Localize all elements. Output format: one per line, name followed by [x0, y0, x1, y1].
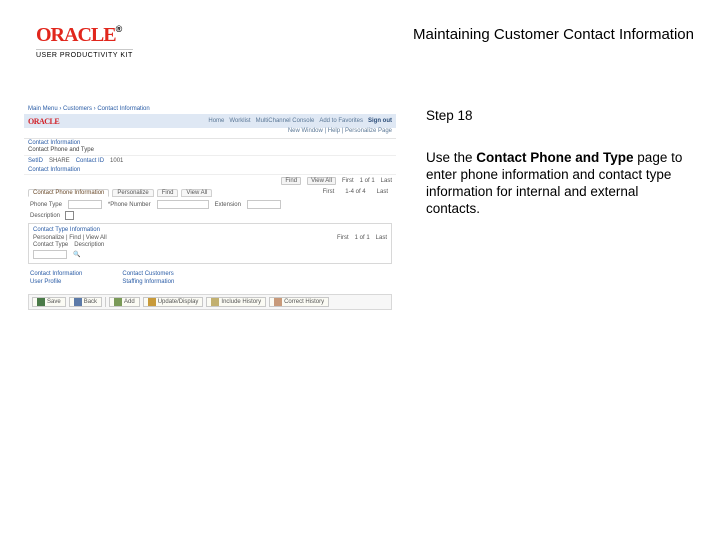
step-label: Step 18 [426, 108, 473, 123]
tab-find[interactable]: Find [157, 189, 179, 197]
contactid-label: Contact ID [76, 158, 104, 164]
tab-viewall[interactable]: View All [181, 189, 212, 197]
app-screenshot: Main Menu › Customers › Contact Informat… [24, 104, 396, 336]
col-extension: Extension [215, 202, 241, 208]
body-pre: Use the [426, 150, 476, 165]
first-link[interactable]: First [342, 178, 354, 184]
correct-history-button[interactable]: Correct History [269, 297, 329, 307]
section-link[interactable]: Contact Information [24, 139, 396, 147]
grid-tabs: Contact Phone Information Personalize Fi… [24, 187, 396, 199]
link-contactcustomers[interactable]: Contact Customers [122, 270, 174, 278]
add-icon [114, 298, 122, 306]
extension-field[interactable] [247, 200, 281, 209]
nav-favorites[interactable]: Add to Favorites [319, 118, 363, 124]
page-title: Maintaining Customer Contact Information [413, 26, 694, 43]
upk-tagline: USER PRODUCTIVITY KIT [36, 49, 133, 59]
tab-personalize[interactable]: Personalize [112, 189, 153, 197]
phonenumber-field[interactable] [157, 200, 209, 209]
back-button[interactable]: Back [69, 297, 102, 307]
oracle-mini-logo: ORACLE [28, 117, 59, 126]
s2-last[interactable]: Last [376, 235, 387, 241]
link-userprofile[interactable]: User Profile [30, 278, 82, 286]
toolbar-separator [105, 297, 106, 307]
add-button[interactable]: Add [109, 297, 140, 307]
pager-text: 1 of 1 [360, 178, 375, 184]
viewall-button[interactable]: View All [307, 177, 336, 185]
brand-block: ORACLE® USER PRODUCTIVITY KIT [36, 24, 133, 59]
inner-page-title: Contact Phone and Type [24, 147, 396, 155]
link-contactinfo[interactable]: Contact Information [30, 270, 82, 278]
desc-label: Description [30, 213, 60, 219]
update-icon [148, 298, 156, 306]
grid-pager: 1-4 of 4 [341, 189, 369, 197]
gridcol-contacttype: Contact Type [33, 242, 68, 248]
tab-phoneinfo[interactable]: Contact Phone Information [28, 189, 109, 197]
include-history-button[interactable]: Include History [206, 297, 266, 307]
registered-icon: ® [116, 24, 122, 34]
save-icon [37, 298, 45, 306]
gridcol-desc: Description [74, 242, 104, 248]
breadcrumb[interactable]: Main Menu › Customers › Contact Informat… [24, 104, 396, 114]
body-bold: Contact Phone and Type [476, 150, 633, 165]
window-links[interactable]: New Window | Help | Personalize Page [24, 128, 396, 139]
oracle-wordmark: ORACLE® [36, 24, 121, 46]
correct-icon [274, 298, 282, 306]
setid-value: SHARE [49, 158, 70, 164]
step-body: Use the Contact Phone and Type page to e… [426, 150, 686, 218]
page-links: Contact Information User Profile Contact… [24, 266, 396, 290]
contactid-value: 1001 [110, 158, 123, 164]
update-button[interactable]: Update/Display [143, 297, 204, 307]
contacttype-field[interactable] [33, 250, 67, 259]
setid-label: SetID [28, 158, 43, 164]
col-phonenumber: *Phone Number [108, 202, 151, 208]
link-staffinginfo[interactable]: Staffing Information [122, 278, 174, 286]
grid-first[interactable]: First [319, 189, 339, 197]
global-nav-links: Home Worklist MultiChannel Console Add t… [208, 118, 392, 124]
nav-signout[interactable]: Sign out [368, 118, 392, 124]
action-toolbar: Save Back Add Update/Display Include His… [28, 294, 392, 310]
last-link[interactable]: Last [381, 178, 392, 184]
back-icon [74, 298, 82, 306]
find-button[interactable]: Find [281, 177, 301, 185]
grid-header-row: Phone Type *Phone Number Extension [24, 199, 396, 210]
inner-section-title: Contact Information [24, 166, 396, 174]
nav-home[interactable]: Home [208, 118, 224, 124]
contact-type-section: Contact Type Information Personalize | F… [28, 223, 392, 264]
desc-checkbox[interactable] [65, 211, 74, 220]
lookup-icon[interactable]: 🔍 [73, 251, 80, 258]
phonetype-field[interactable] [68, 200, 102, 209]
global-nav: ORACLE Home Worklist MultiChannel Consol… [24, 114, 396, 128]
nav-worklist[interactable]: Worklist [229, 118, 250, 124]
nav-mcc[interactable]: MultiChannel Console [256, 118, 315, 124]
col-phonetype: Phone Type [30, 202, 62, 208]
section2-tools[interactable]: Personalize | Find | View All [33, 235, 107, 241]
s2-first[interactable]: First [337, 235, 349, 241]
save-button[interactable]: Save [32, 297, 66, 307]
contact-type-title: Contact Type Information [33, 227, 387, 233]
history-icon [211, 298, 219, 306]
s2-pager: 1 of 1 [355, 235, 370, 241]
grid-last[interactable]: Last [373, 189, 392, 197]
